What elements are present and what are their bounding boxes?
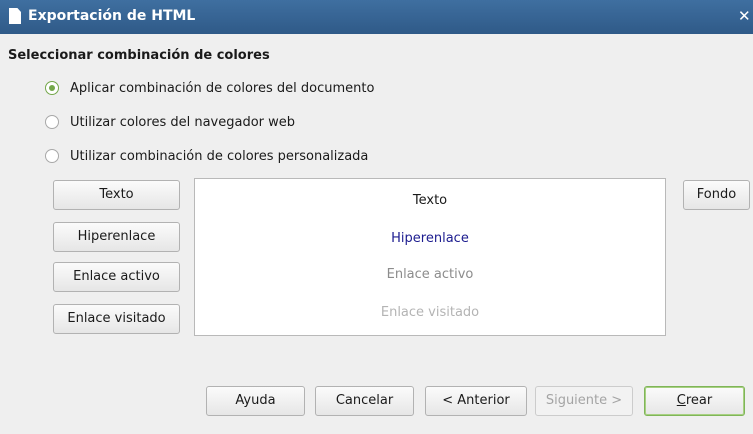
create-button[interactable]: Crear	[644, 386, 745, 416]
section-heading: Seleccionar combinación de colores	[8, 48, 270, 63]
window-title: Exportación de HTML	[28, 8, 196, 24]
document-icon	[9, 8, 21, 24]
preview-active-link: Enlace activo	[386, 267, 474, 282]
close-icon[interactable]: ✕	[738, 7, 751, 25]
radio-button[interactable]	[45, 149, 59, 163]
radio-label: Utilizar colores del navegador web	[70, 114, 296, 130]
help-button[interactable]: Ayuda	[206, 386, 305, 416]
text-color-button[interactable]: Texto	[53, 180, 180, 210]
radio-button[interactable]	[45, 81, 59, 95]
color-preview: Texto Hiperenlace Enlace activo Enlace v…	[194, 178, 666, 336]
create-button-mnemonic: C	[676, 393, 686, 408]
radio-button[interactable]	[45, 115, 59, 129]
preview-visited-link: Enlace visitado	[380, 305, 480, 320]
create-button-label: rear	[685, 393, 713, 408]
title-bar: Exportación de HTML ✕	[0, 0, 753, 34]
back-button[interactable]: < Anterior	[425, 386, 527, 416]
visited-link-color-button[interactable]: Enlace visitado	[53, 304, 180, 334]
background-color-button[interactable]: Fondo	[683, 180, 750, 210]
radio-browser-colors[interactable]: Utilizar colores del navegador web	[45, 112, 295, 132]
next-button: Siguiente >	[535, 386, 633, 416]
active-link-color-button[interactable]: Enlace activo	[53, 262, 180, 292]
radio-document-colors[interactable]: Aplicar combinación de colores del docum…	[45, 78, 374, 98]
radio-custom-colors[interactable]: Utilizar combinación de colores personal…	[45, 146, 368, 166]
cancel-button[interactable]: Cancelar	[315, 386, 414, 416]
preview-hyperlink: Hiperenlace	[391, 231, 469, 246]
hyperlink-color-button[interactable]: Hiperenlace	[53, 222, 180, 252]
preview-text: Texto	[412, 193, 448, 208]
radio-label: Utilizar combinación de colores personal…	[70, 148, 369, 164]
radio-label: Aplicar combinación de colores del docum…	[70, 80, 375, 96]
